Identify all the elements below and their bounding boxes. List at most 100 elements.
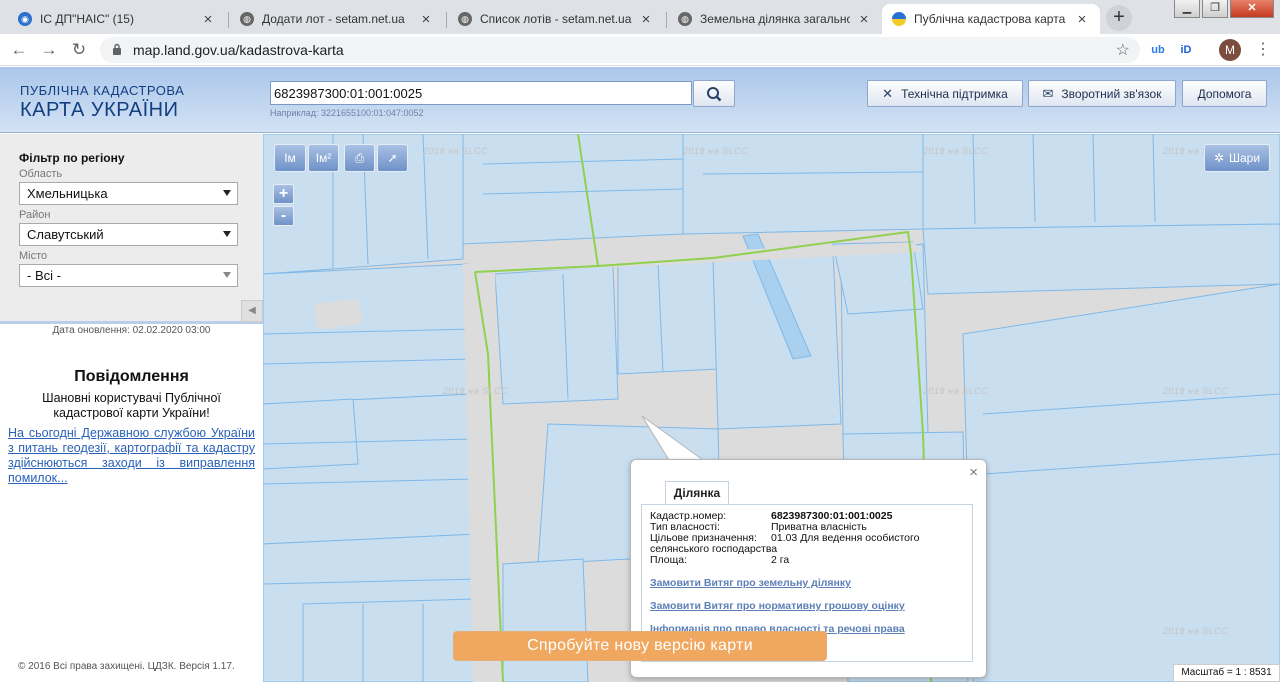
globe-blue-icon: ◉: [18, 12, 32, 26]
city-select[interactable]: - Всі -: [19, 264, 238, 287]
order-valuation-extract-link[interactable]: Замовити Витяг про нормативну грошову оц…: [650, 600, 905, 612]
watermark: 2018 на SLCC: [1163, 626, 1228, 636]
ua-flag-icon: [892, 12, 906, 26]
chevron-down-icon: [223, 190, 231, 196]
tab-title: Додати лот - setam.net.ua: [262, 12, 405, 26]
logo-line1: ПУБЛІЧНА КАДАСТРОВА: [20, 83, 185, 98]
new-version-button[interactable]: Спробуйте нову версію карти: [453, 631, 827, 661]
tab-title: Список лотів - setam.net.ua: [480, 12, 632, 26]
area-key: Площа:: [650, 554, 688, 566]
land-parcel: [494, 265, 619, 405]
feedback-button[interactable]: ✉ Зворотний зв'язок: [1028, 80, 1176, 107]
cadastral-map[interactable]: 2018 на SLCC 2018 на SLCC 2018 на SLCC 2…: [263, 134, 1280, 682]
popup-pointer: [641, 415, 705, 461]
bookmark-star-icon[interactable]: ☆: [1116, 40, 1130, 60]
ublock-extension-icon[interactable]: ub: [1148, 40, 1168, 60]
browser-tab-nais[interactable]: ◉ ІС ДП"НАІС" (15) ×: [8, 4, 226, 34]
site-header: ПУБЛІЧНА КАДАСТРОВА КАРТА УКРАЇНИ Наприк…: [0, 67, 1280, 133]
layers-label: Шари: [1229, 151, 1261, 165]
close-tab-icon[interactable]: ×: [856, 11, 872, 28]
globe-icon: ◍: [458, 12, 472, 26]
envelope-icon: ✉: [1042, 85, 1054, 101]
tech-support-label: Технічна підтримка: [901, 86, 1008, 101]
measure-distance-tool[interactable]: Iм: [274, 144, 306, 172]
menu-kebab-icon[interactable]: ⋮: [1255, 40, 1271, 60]
chevron-down-icon: [223, 272, 231, 278]
close-tab-icon[interactable]: ×: [418, 11, 434, 28]
tab-title: ІС ДП"НАІС" (15): [40, 12, 134, 26]
back-arrow-icon[interactable]: ←: [8, 39, 30, 61]
logo-line2: КАРТА УКРАЇНИ: [20, 99, 179, 121]
new-tab-button[interactable]: +: [1106, 5, 1132, 31]
purpose-value: 01.03 Для ведення особистого селянського…: [650, 532, 920, 555]
browser-tab-lots-list[interactable]: ◍ Список лотів - setam.net.ua ×: [448, 4, 664, 34]
watermark: 2018 на SLCC: [923, 386, 988, 396]
close-window-button[interactable]: ✕: [1230, 0, 1274, 18]
maximize-button[interactable]: ❐: [1202, 0, 1228, 18]
land-parcel: [302, 598, 479, 682]
forward-arrow-icon[interactable]: →: [38, 39, 60, 61]
browser-toolbar: ← → ↻ map.land.gov.ua/kadastrova-karta ☆…: [0, 34, 1280, 66]
land-parcel: [962, 283, 1280, 682]
close-icon[interactable]: ×: [969, 464, 978, 481]
zoom-in-button[interactable]: +: [273, 184, 294, 204]
region-label: Область: [19, 168, 63, 180]
tab-separator: [666, 12, 667, 28]
search-button[interactable]: [693, 80, 735, 107]
close-tab-icon[interactable]: ×: [1074, 11, 1090, 28]
city-label: Місто: [19, 250, 48, 262]
feedback-label: Зворотний зв'язок: [1061, 86, 1162, 101]
browser-tab-cadastral-map[interactable]: Публічна кадастрова карта Укр ×: [882, 4, 1100, 34]
land-parcel: [263, 263, 474, 405]
minimize-button[interactable]: ▁: [1174, 0, 1200, 18]
land-parcel: [263, 398, 359, 470]
measure-area-tool[interactable]: Iм²: [308, 144, 339, 172]
region-select[interactable]: Хмельницька: [19, 182, 238, 205]
district-value: Славутський: [27, 227, 104, 242]
tab-separator: [446, 12, 447, 28]
update-date: Дата оновлення: 02.02.2020 03:00: [52, 325, 211, 336]
scale-readout: Масштаб = 1 : 8531: [1173, 664, 1280, 682]
id-extension-icon[interactable]: iD: [1176, 40, 1196, 60]
help-button[interactable]: Допомога: [1182, 80, 1267, 107]
reload-icon[interactable]: ↻: [68, 39, 90, 61]
region-filter: Фільтр по регіону Область Хмельницька Ра…: [0, 134, 263, 324]
address-bar[interactable]: map.land.gov.ua/kadastrova-karta ☆: [100, 37, 1140, 63]
district-label: Район: [19, 209, 51, 221]
browser-tab-add-lot[interactable]: ◍ Додати лот - setam.net.ua ×: [230, 4, 444, 34]
watermark: 2018 на SLCC: [923, 146, 988, 156]
district-select[interactable]: Славутський: [19, 223, 238, 246]
profile-avatar[interactable]: M: [1219, 39, 1241, 61]
print-icon[interactable]: ⎙: [344, 144, 375, 172]
watermark: 2018 на SLCC: [683, 146, 748, 156]
area-value: 2 га: [771, 554, 790, 566]
globe-icon: ◍: [240, 12, 254, 26]
city-value: - Всі -: [27, 268, 61, 283]
tab-parcel[interactable]: Ділянка: [665, 481, 729, 505]
search-icon: [707, 87, 722, 102]
search-hint: Наприклад: 3221655100:01:047:0052: [270, 108, 424, 118]
chevron-down-icon: [223, 231, 231, 237]
window-controls: ▁ ❐ ✕: [1172, 0, 1274, 18]
tech-support-button[interactable]: ✕ Технічна підтримка: [867, 80, 1023, 107]
watermark: 2018 на SLCC: [443, 386, 508, 396]
watermark: 2018 на SLCC: [1163, 386, 1228, 396]
notice-text: Шановні користувачі Публічної кадастрово…: [42, 391, 221, 420]
tab-separator: [228, 12, 229, 28]
layers-button[interactable]: ✲ Шари: [1204, 144, 1270, 172]
globe-icon: ◍: [678, 12, 692, 26]
zoom-out-button[interactable]: -: [273, 206, 294, 226]
collapse-panel-button[interactable]: ◀: [241, 300, 263, 322]
close-tab-icon[interactable]: ×: [200, 11, 216, 28]
cadastral-search-input[interactable]: [270, 81, 692, 105]
order-parcel-extract-link[interactable]: Замовити Витяг про земельну ділянку: [650, 577, 851, 589]
notice-title: Повідомлення: [74, 368, 189, 385]
help-label: Допомога: [1197, 86, 1252, 101]
filter-title: Фільтр по регіону: [19, 151, 125, 165]
identify-cursor-icon[interactable]: ➚: [377, 144, 408, 172]
gear-icon: ✲: [1213, 151, 1224, 165]
land-parcel: [502, 558, 589, 682]
close-tab-icon[interactable]: ×: [638, 11, 654, 28]
notice-link[interactable]: На сьогодні Державною службою України з …: [8, 426, 255, 486]
browser-tab-land-plot[interactable]: ◍ Земельна ділянка загальної п ×: [668, 4, 882, 34]
